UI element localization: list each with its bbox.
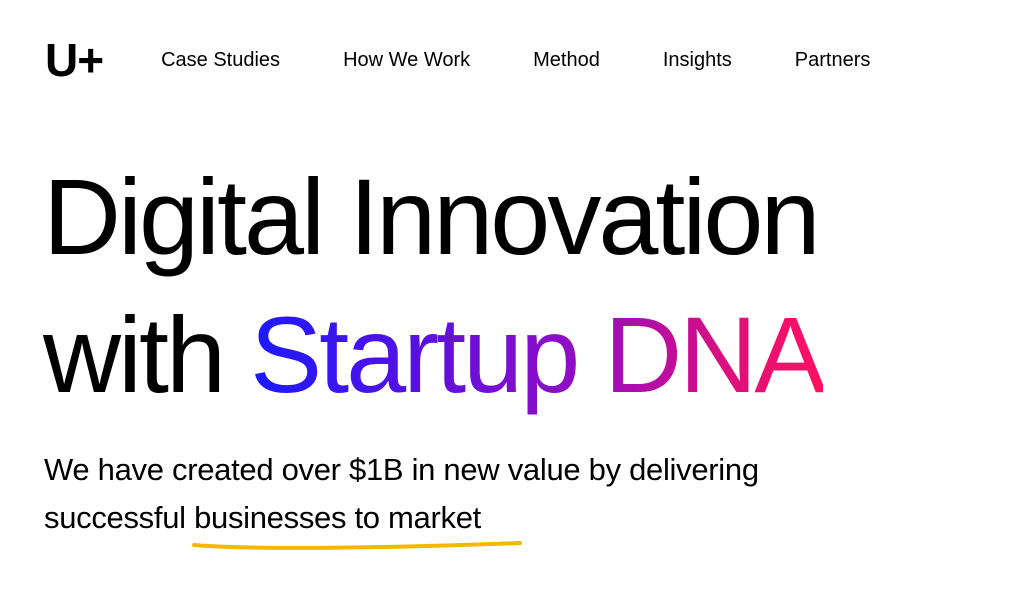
nav-item-method[interactable]: Method (533, 49, 600, 72)
nav-item-how-we-work[interactable]: How We Work (343, 49, 470, 72)
headline-line-1: Digital Innovation (43, 156, 821, 277)
top-navigation: U+ Case Studies How We Work Method Insig… (45, 37, 975, 83)
nav-item-case-studies[interactable]: Case Studies (161, 49, 280, 72)
hero-subtitle: We have created over $1B in new value by… (44, 446, 764, 550)
subtitle-underlined-phrase: businesses to market (192, 494, 523, 550)
headline-prefix: with (43, 294, 226, 415)
brand-logo[interactable]: U+ (45, 37, 104, 83)
hero-section: Digital Innovation with Startup DNA (43, 148, 1003, 424)
headline-highlight: Startup DNA (250, 294, 826, 415)
headline-line-2: with Startup DNA (43, 286, 1003, 424)
hero-headline: Digital Innovation with Startup DNA (43, 148, 1003, 424)
underline-swoosh (192, 541, 523, 550)
nav-item-insights[interactable]: Insights (663, 49, 732, 72)
nav-links: Case Studies How We Work Method Insights… (161, 49, 870, 72)
subtitle-underlined-text: businesses to market (194, 500, 481, 535)
page: U+ Case Studies How We Work Method Insig… (0, 0, 1022, 600)
nav-item-partners[interactable]: Partners (795, 49, 871, 72)
